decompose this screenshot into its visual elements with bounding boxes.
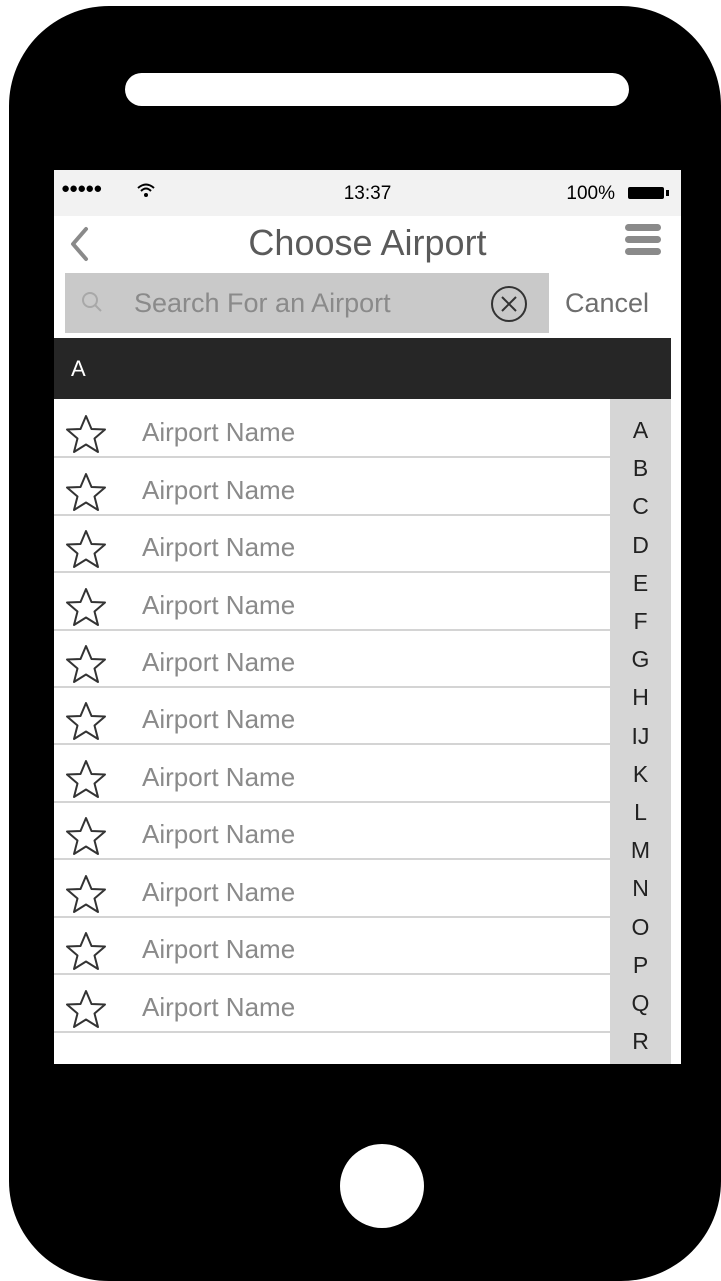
airport-name: Airport Name [142,647,296,677]
page-title: Choose Airport [248,222,487,263]
star-outline-icon[interactable] [64,471,108,520]
star-outline-icon[interactable] [64,873,108,922]
clear-x-circle-icon[interactable] [489,284,529,329]
search-bar [65,273,549,333]
star-outline-icon[interactable] [64,586,108,635]
airport-row[interactable]: Airport Name [54,686,610,745]
star-outline-icon[interactable] [64,815,108,864]
airport-row[interactable]: Airport Name [54,801,610,860]
index-letter[interactable]: G [610,646,671,673]
airport-name: Airport Name [142,819,296,849]
index-letter[interactable]: R [610,1028,671,1055]
airport-row[interactable]: Airport Name [54,572,610,631]
star-outline-icon[interactable] [64,988,108,1037]
section-header: A [54,338,671,399]
star-outline-icon[interactable] [64,758,108,807]
index-letter[interactable]: A [610,417,671,444]
index-letter[interactable]: Q [610,990,671,1017]
airport-row[interactable]: Airport Name [54,916,610,975]
cancel-button[interactable]: Cancel [565,288,649,319]
airport-row[interactable]: Airport Name [54,629,610,688]
airport-row[interactable]: Airport Name [54,744,610,803]
airport-name: Airport Name [142,417,296,447]
index-letter[interactable]: H [610,684,671,711]
airport-name: Airport Name [142,704,296,734]
star-outline-icon[interactable] [64,930,108,979]
app-screen: ●●●●● 13:37 100% Choose Airport Search F… [54,170,681,1064]
index-letter[interactable]: O [610,914,671,941]
search-input[interactable] [134,283,484,323]
index-letter[interactable]: C [610,493,671,520]
airport-name: Airport Name [142,532,296,562]
star-outline-icon[interactable] [64,700,108,749]
index-letter[interactable]: P [610,952,671,979]
airport-name: Airport Name [142,992,296,1022]
airport-name: Airport Name [142,762,296,792]
star-outline-icon[interactable] [64,643,108,692]
battery-percent: 100% [566,183,615,204]
airport-name: Airport Name [142,877,296,907]
index-letter[interactable]: B [610,455,671,482]
index-letter[interactable]: F [610,608,671,635]
airport-row[interactable]: Airport Name [54,859,610,918]
index-letter[interactable]: L [610,799,671,826]
status-bar: ●●●●● 13:37 100% [54,170,681,216]
airport-row[interactable]: Airport Name [54,514,610,573]
battery-icon [628,187,669,199]
airport-row[interactable]: Airport Name [54,399,610,458]
index-letter[interactable]: D [610,532,671,559]
index-letter[interactable]: K [610,761,671,788]
star-outline-icon[interactable] [64,413,108,462]
star-outline-icon[interactable] [64,528,108,577]
airport-name: Airport Name [142,590,296,620]
airport-name: Airport Name [142,934,296,964]
nav-bar: Choose Airport [54,216,681,268]
airport-name: Airport Name [142,475,296,505]
section-header-label: A [71,356,86,381]
alphabet-index[interactable]: A B C D E F G H IJ K L M N O P Q R [610,399,671,1064]
index-letter[interactable]: N [610,875,671,902]
index-letter[interactable]: M [610,837,671,864]
airport-row[interactable]: Airport Name [54,457,610,516]
index-letter[interactable]: IJ [610,723,671,750]
hamburger-menu-icon[interactable] [625,224,661,260]
home-button[interactable] [340,1144,424,1228]
airport-row[interactable]: Airport Name [54,974,610,1033]
magnifier-icon [81,291,103,318]
phone-speaker [125,73,629,106]
search-row: Cancel [54,268,681,338]
index-letter[interactable]: E [610,570,671,597]
